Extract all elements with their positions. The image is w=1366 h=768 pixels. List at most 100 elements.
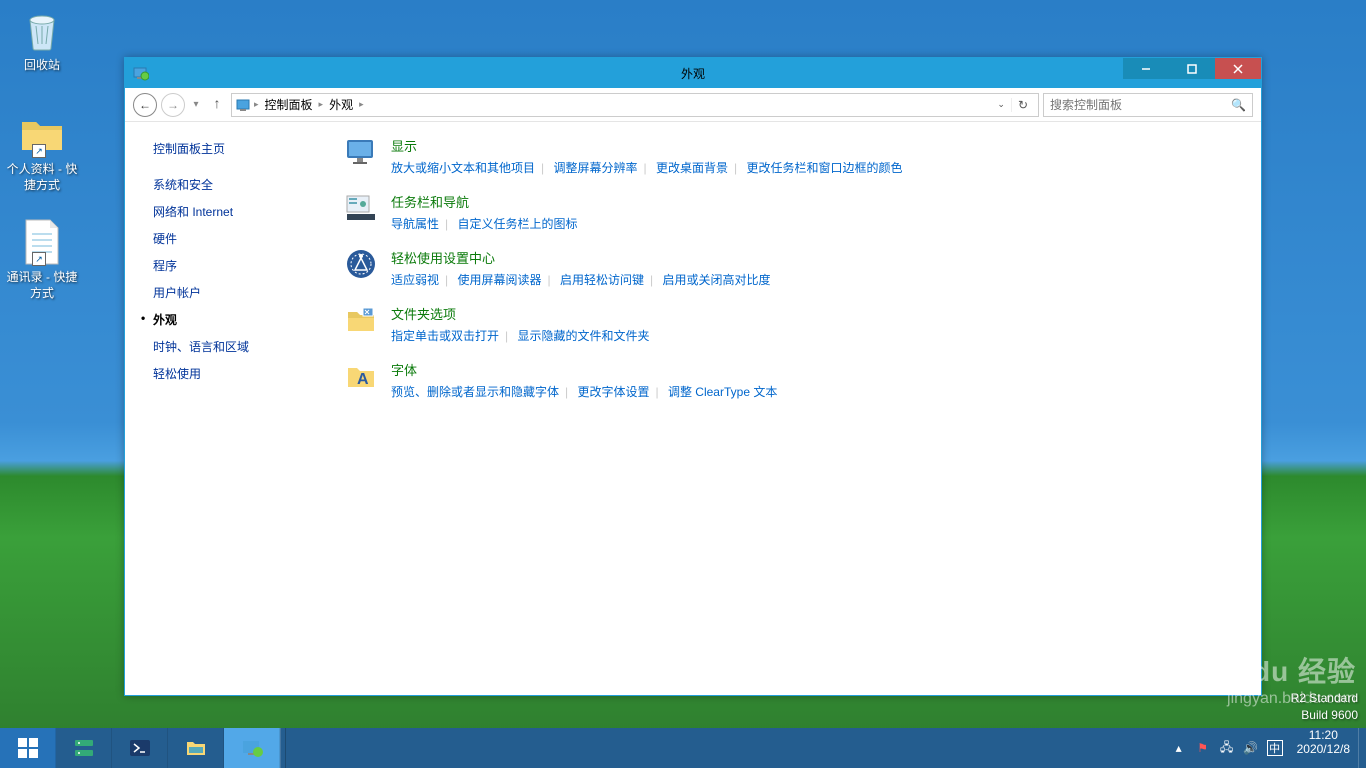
clock-date: 2020/12/8 bbox=[1297, 742, 1350, 756]
taskbar-powershell[interactable] bbox=[112, 728, 168, 768]
shortcut-arrow-icon: ↗ bbox=[32, 144, 46, 158]
ease-of-access-icon bbox=[345, 248, 377, 280]
category-ease-of-access: 轻松使用设置中心 适应弱视| 使用屏幕阅读器| 启用轻松访问键| 启用或关闭高对… bbox=[345, 248, 1241, 288]
category-folder-options: 文件夹选项 指定单击或双击打开| 显示隐藏的文件和文件夹 bbox=[345, 304, 1241, 344]
category-title-taskbar[interactable]: 任务栏和导航 bbox=[391, 192, 1241, 211]
navigation-toolbar: ← → ▾ ↑ ▸ 控制面板 ▸ 外观 ▸ ⌄ ↻ 🔍 bbox=[125, 88, 1261, 122]
control-panel-icon bbox=[240, 736, 264, 760]
control-panel-icon bbox=[133, 65, 149, 81]
sidebar-item-hardware[interactable]: 硬件 bbox=[153, 225, 315, 252]
breadcrumb-separator-icon[interactable]: ▸ bbox=[359, 99, 364, 110]
content-area: 显示 放大或缩小文本和其他项目| 调整屏幕分辨率| 更改桌面背景| 更改任务栏和… bbox=[325, 122, 1261, 695]
tray-ime-indicator[interactable]: 中 bbox=[1267, 740, 1283, 756]
taskbar-icon bbox=[345, 192, 377, 224]
breadcrumb-control-panel[interactable]: 控制面板 bbox=[261, 96, 317, 113]
address-bar[interactable]: ▸ 控制面板 ▸ 外观 ▸ ⌄ ↻ bbox=[231, 93, 1039, 117]
sidebar-category-list: 系统和安全 网络和 Internet 硬件 程序 用户帐户 外观 时钟、语言和区… bbox=[153, 171, 315, 387]
window-title: 外观 bbox=[125, 65, 1261, 82]
taskbar-server-manager[interactable] bbox=[56, 728, 112, 768]
category-title-ease-of-access[interactable]: 轻松使用设置中心 bbox=[391, 248, 1241, 267]
taskbar-control-panel[interactable] bbox=[224, 728, 280, 768]
breadcrumb-separator-icon[interactable]: ▸ bbox=[319, 99, 324, 110]
tray-flag-icon[interactable]: ⚑ bbox=[1195, 740, 1211, 756]
desktop-icon-recycle-bin[interactable]: 回收站 bbox=[4, 6, 80, 74]
history-dropdown-icon[interactable]: ▾ bbox=[189, 99, 203, 110]
category-display: 显示 放大或缩小文本和其他项目| 调整屏幕分辨率| 更改桌面背景| 更改任务栏和… bbox=[345, 136, 1241, 176]
up-button[interactable]: ↑ bbox=[207, 95, 227, 115]
desktop-icon-label: 回收站 bbox=[4, 58, 80, 74]
forward-button[interactable]: → bbox=[161, 93, 185, 117]
search-icon[interactable]: 🔍 bbox=[1231, 98, 1246, 112]
link-enlarge-text[interactable]: 放大或缩小文本和其他项目 bbox=[391, 161, 535, 175]
file-explorer-icon bbox=[184, 736, 208, 760]
maximize-button[interactable] bbox=[1169, 58, 1215, 79]
category-title-display[interactable]: 显示 bbox=[391, 136, 1241, 155]
taskbar-clock[interactable]: 11:20 2020/12/8 bbox=[1289, 728, 1358, 768]
category-title-fonts[interactable]: 字体 bbox=[391, 360, 1241, 379]
search-input[interactable] bbox=[1050, 98, 1231, 112]
build-info: R2 Standard Build 9600 bbox=[1291, 690, 1358, 724]
powershell-icon bbox=[128, 736, 152, 760]
svg-text:A: A bbox=[357, 371, 369, 388]
folder-options-icon bbox=[345, 304, 377, 336]
link-easy-access-keys[interactable]: 启用轻松访问键 bbox=[560, 273, 644, 287]
breadcrumb-appearance[interactable]: 外观 bbox=[325, 96, 357, 113]
link-high-contrast[interactable]: 启用或关闭高对比度 bbox=[662, 273, 770, 287]
desktop-icon-contacts-shortcut[interactable]: ↗ 通讯录 - 快捷方式 bbox=[4, 218, 80, 301]
link-font-settings[interactable]: 更改字体设置 bbox=[577, 385, 649, 399]
control-panel-home-link[interactable]: 控制面板主页 bbox=[153, 140, 315, 157]
link-screen-resolution[interactable]: 调整屏幕分辨率 bbox=[553, 161, 637, 175]
file-icon: ↗ bbox=[18, 218, 66, 266]
link-cleartype[interactable]: 调整 ClearType 文本 bbox=[668, 385, 777, 399]
folder-icon: ↗ bbox=[18, 110, 66, 158]
tray-network-icon[interactable]: 🖧 bbox=[1219, 740, 1235, 756]
system-tray: ▴ ⚑ 🖧 🔊 中 bbox=[1165, 728, 1289, 768]
start-button[interactable] bbox=[0, 728, 56, 768]
category-title-folder-options[interactable]: 文件夹选项 bbox=[391, 304, 1241, 323]
shortcut-arrow-icon: ↗ bbox=[32, 252, 46, 266]
sidebar: 控制面板主页 系统和安全 网络和 Internet 硬件 程序 用户帐户 外观 … bbox=[125, 122, 325, 695]
clock-time: 11:20 bbox=[1297, 728, 1350, 742]
sidebar-item-network[interactable]: 网络和 Internet bbox=[153, 198, 315, 225]
link-show-hidden[interactable]: 显示隐藏的文件和文件夹 bbox=[517, 329, 649, 343]
control-panel-window: 外观 ← → ▾ ↑ ▸ 控制面板 ▸ 外观 ▸ ⌄ ↻ 🔍 控制面板主页 bbox=[124, 57, 1262, 696]
tray-chevron-up-icon[interactable]: ▴ bbox=[1171, 740, 1187, 756]
font-icon: A bbox=[345, 360, 377, 392]
address-dropdown-icon[interactable]: ⌄ bbox=[993, 99, 1009, 110]
link-desktop-background[interactable]: 更改桌面背景 bbox=[656, 161, 728, 175]
sidebar-item-ease-of-access[interactable]: 轻松使用 bbox=[153, 360, 315, 387]
link-nav-properties[interactable]: 导航属性 bbox=[391, 217, 439, 231]
breadcrumb-separator-icon[interactable]: ▸ bbox=[254, 99, 259, 110]
control-panel-icon bbox=[236, 97, 252, 113]
search-box[interactable]: 🔍 bbox=[1043, 93, 1253, 117]
link-taskbar-color[interactable]: 更改任务栏和窗口边框的颜色 bbox=[746, 161, 902, 175]
sidebar-item-programs[interactable]: 程序 bbox=[153, 252, 315, 279]
link-screen-reader[interactable]: 使用屏幕阅读器 bbox=[457, 273, 541, 287]
link-click-to-open[interactable]: 指定单击或双击打开 bbox=[391, 329, 499, 343]
recycle-bin-icon bbox=[18, 6, 66, 54]
titlebar[interactable]: 外观 bbox=[125, 58, 1261, 88]
close-button[interactable] bbox=[1215, 58, 1261, 79]
sidebar-item-system-security[interactable]: 系统和安全 bbox=[153, 171, 315, 198]
taskbar-explorer[interactable] bbox=[168, 728, 224, 768]
minimize-button[interactable] bbox=[1123, 58, 1169, 79]
category-taskbar: 任务栏和导航 导航属性| 自定义任务栏上的图标 bbox=[345, 192, 1241, 232]
sidebar-item-appearance[interactable]: 外观 bbox=[153, 306, 315, 333]
desktop-icon-label: 个人资料 - 快捷方式 bbox=[4, 162, 80, 193]
link-preview-fonts[interactable]: 预览、删除或者显示和隐藏字体 bbox=[391, 385, 559, 399]
back-button[interactable]: ← bbox=[133, 93, 157, 117]
sidebar-item-user-accounts[interactable]: 用户帐户 bbox=[153, 279, 315, 306]
tray-volume-icon[interactable]: 🔊 bbox=[1243, 740, 1259, 756]
server-manager-icon bbox=[72, 736, 96, 760]
link-low-vision[interactable]: 适应弱视 bbox=[391, 273, 439, 287]
refresh-button[interactable]: ↻ bbox=[1011, 98, 1034, 112]
show-desktop-button[interactable] bbox=[1358, 728, 1366, 768]
desktop-icon-label: 通讯录 - 快捷方式 bbox=[4, 270, 80, 301]
sidebar-item-clock-language[interactable]: 时钟、语言和区域 bbox=[153, 333, 315, 360]
link-customize-taskbar-icons[interactable]: 自定义任务栏上的图标 bbox=[457, 217, 577, 231]
windows-logo-icon bbox=[16, 736, 40, 760]
taskbar: ▴ ⚑ 🖧 🔊 中 11:20 2020/12/8 bbox=[0, 728, 1366, 768]
category-fonts: A 字体 预览、删除或者显示和隐藏字体| 更改字体设置| 调整 ClearTyp… bbox=[345, 360, 1241, 400]
desktop-icon-personal-shortcut[interactable]: ↗ 个人资料 - 快捷方式 bbox=[4, 110, 80, 193]
display-icon bbox=[345, 136, 377, 168]
